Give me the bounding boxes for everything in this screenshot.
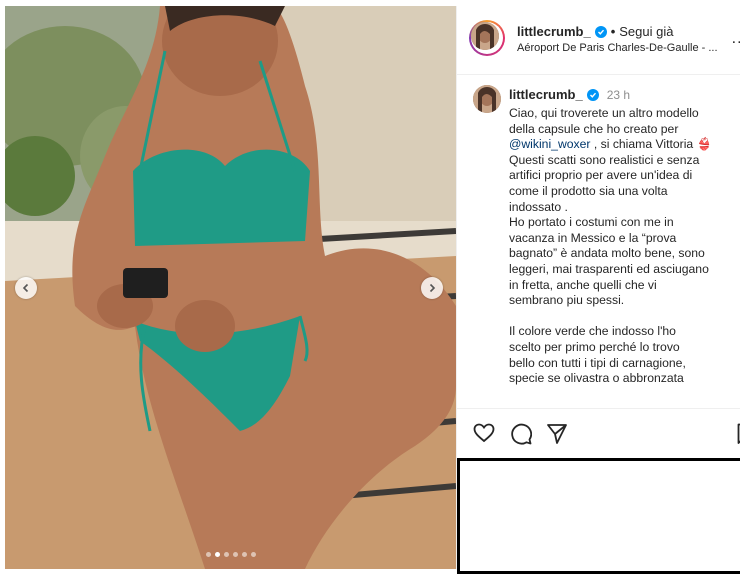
chevron-right-icon <box>429 283 436 293</box>
following-button[interactable]: Segui già <box>619 24 673 39</box>
post-photo <box>5 6 456 569</box>
carousel-dot <box>224 552 229 557</box>
carousel-dot <box>242 552 247 557</box>
post-media[interactable] <box>5 6 456 569</box>
prev-slide-button[interactable] <box>15 277 37 299</box>
post-timestamp[interactable]: 23 h <box>607 88 630 102</box>
heart-icon[interactable] <box>473 423 495 443</box>
post-side-panel: littlecrumb_ • Segui già Aéroport De Par… <box>456 6 740 574</box>
author-username[interactable]: littlecrumb_ <box>517 24 591 39</box>
carousel-dot <box>233 552 238 557</box>
carousel-dot-active <box>215 552 220 557</box>
separator-dot: • <box>610 24 616 39</box>
carousel-dot <box>251 552 256 557</box>
caption-username[interactable]: littlecrumb_ <box>509 87 583 102</box>
caption-text-part1: Ciao, qui troverete un altro modello del… <box>509 106 699 136</box>
caption-avatar[interactable] <box>473 85 501 113</box>
redacted-area <box>457 458 740 574</box>
caption-header: littlecrumb_ 23 h <box>509 87 630 102</box>
story-ring[interactable] <box>469 20 505 56</box>
comment-icon[interactable] <box>510 423 532 445</box>
post-header: littlecrumb_ • Segui già Aéroport De Par… <box>457 6 740 75</box>
post-location[interactable]: Aéroport De Paris Charles-De-Gaulle - ..… <box>517 42 718 54</box>
header-username-row: littlecrumb_ • Segui già <box>517 24 673 39</box>
avatar-image <box>471 22 499 50</box>
chevron-left-icon <box>22 283 29 293</box>
verified-badge-icon <box>586 88 599 101</box>
caption-text-part2: , si chiama Vittoria 👙 Questi scatti son… <box>509 137 712 386</box>
verified-badge-icon <box>594 25 607 38</box>
instagram-post: littlecrumb_ • Segui già Aéroport De Par… <box>3 4 740 574</box>
caption-section: littlecrumb_ 23 h Ciao, qui troverete un… <box>457 75 740 407</box>
action-bar <box>457 408 740 457</box>
more-options-icon[interactable]: ... <box>732 30 740 48</box>
share-icon[interactable] <box>546 423 568 445</box>
carousel-indicator <box>206 552 256 557</box>
mention-link[interactable]: @wikini_woxer <box>509 137 590 151</box>
next-slide-button[interactable] <box>421 277 443 299</box>
caption-text: Ciao, qui troverete un altro modello del… <box>509 106 731 387</box>
avatar-image <box>473 85 501 113</box>
carousel-dot <box>206 552 211 557</box>
avatar[interactable] <box>471 22 499 50</box>
